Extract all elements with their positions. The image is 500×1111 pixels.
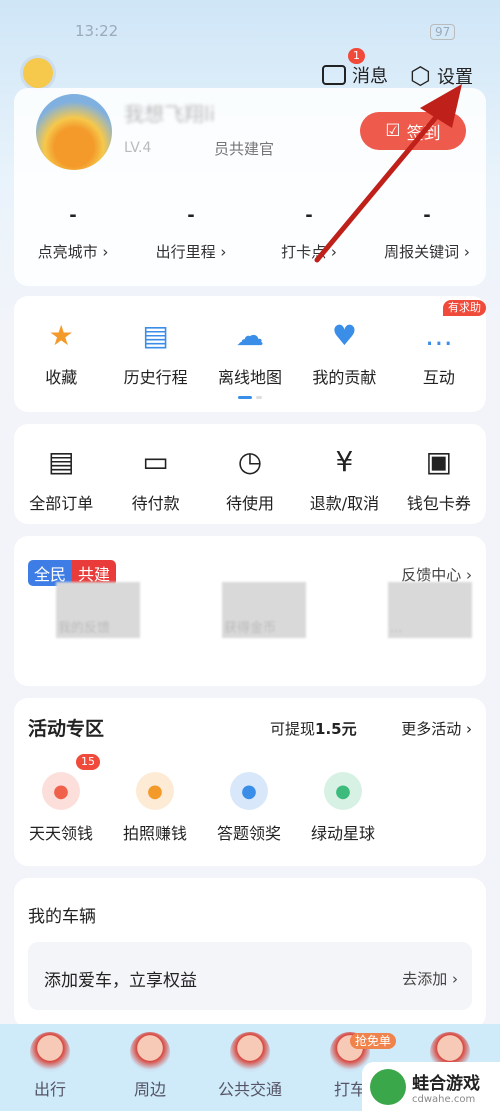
annotation-arrow: [314, 84, 462, 263]
